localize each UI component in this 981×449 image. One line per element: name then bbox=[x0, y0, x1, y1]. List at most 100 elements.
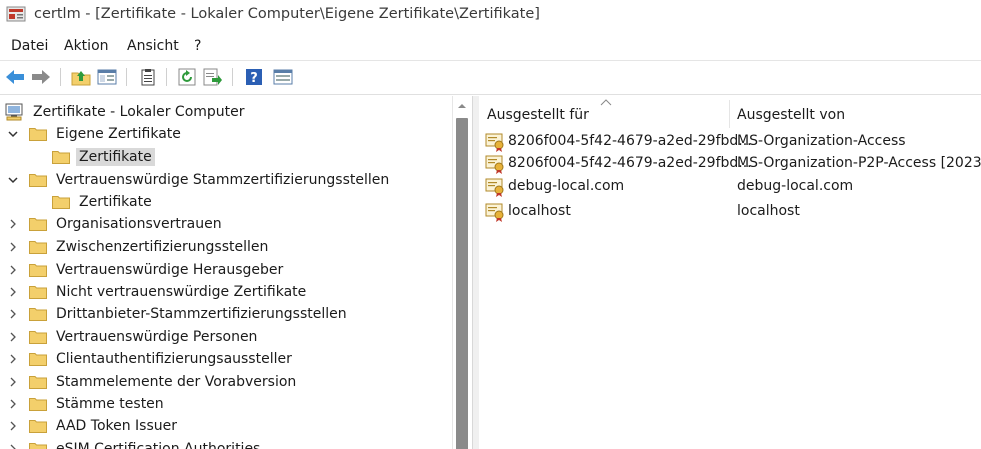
help-button[interactable]: ? bbox=[243, 66, 265, 88]
tree-item-eigene-zertifikate[interactable]: Eigene Zertifikate bbox=[6, 123, 184, 145]
toolbar: ? bbox=[0, 60, 981, 93]
chevron-down-icon[interactable] bbox=[6, 173, 20, 187]
show-hide-tree-button[interactable] bbox=[96, 66, 118, 88]
title-bar: certlm - [Zertifikate - Lokaler Computer… bbox=[0, 0, 981, 30]
issued-by-cell: MS-Organization-Access bbox=[737, 133, 906, 149]
folder-icon bbox=[52, 196, 70, 209]
toolbar-separator bbox=[126, 68, 127, 86]
refresh-icon bbox=[178, 68, 196, 86]
list-row[interactable]: 8206f004-5f42-4679-a2ed-29fbd... MS-Orga… bbox=[479, 153, 981, 175]
chevron-right-icon[interactable] bbox=[6, 217, 20, 231]
certificate-manager-icon bbox=[6, 6, 26, 22]
list-row[interactable]: localhost localhost bbox=[479, 201, 981, 223]
menu-help[interactable]: ? bbox=[194, 38, 201, 54]
toolbar-separator bbox=[60, 68, 61, 86]
sort-ascending-icon bbox=[600, 99, 612, 106]
folder-icon bbox=[29, 286, 47, 299]
tree-item-zertifikate-selected[interactable]: Zertifikate bbox=[52, 146, 155, 168]
chevron-down-icon[interactable] bbox=[6, 127, 20, 141]
folder-icon bbox=[29, 218, 47, 231]
properties-view-icon bbox=[273, 69, 293, 85]
tree-item-clientauthentifizierung[interactable]: Clientauthentifizierungsaussteller bbox=[6, 348, 295, 370]
tree-item-stammzertifizierungsstellen[interactable]: Vertrauenswürdige Stammzertifizierungsst… bbox=[6, 169, 392, 191]
refresh-button[interactable] bbox=[176, 66, 198, 88]
help-icon: ? bbox=[246, 69, 262, 86]
tree-item-zwischenzertifizierungsstellen[interactable]: Zwischenzertifizierungsstellen bbox=[6, 236, 271, 258]
tree-item-drittanbieter[interactable]: Drittanbieter-Stammzertifizierungsstelle… bbox=[6, 303, 350, 325]
issued-to-cell: 8206f004-5f42-4679-a2ed-29fbd... bbox=[508, 133, 752, 149]
scroll-up-icon[interactable] bbox=[455, 100, 469, 112]
menu-datei[interactable]: Datei bbox=[11, 38, 48, 54]
chevron-right-icon[interactable] bbox=[6, 330, 20, 344]
tree-root-label: Zertifikate - Lokaler Computer bbox=[33, 104, 245, 120]
tree-item-staemme-testen[interactable]: Stämme testen bbox=[6, 393, 167, 415]
menu-bar: Datei Aktion Ansicht ? bbox=[0, 36, 981, 58]
issued-by-cell: localhost bbox=[737, 203, 800, 219]
up-one-level-button[interactable] bbox=[70, 66, 92, 88]
column-header-ausgestellt-von[interactable]: Ausgestellt von bbox=[737, 107, 845, 123]
tree-item-personen[interactable]: Vertrauenswürdige Personen bbox=[6, 326, 260, 348]
tree-scrollbar-thumb[interactable] bbox=[456, 118, 468, 449]
computer-icon bbox=[5, 103, 23, 121]
column-header-ausgestellt-fuer[interactable]: Ausgestellt für bbox=[487, 107, 589, 123]
issued-by-cell: debug-local.com bbox=[737, 178, 854, 194]
tree-item-nicht-vertrauenswuerdig[interactable]: Nicht vertrauenswürdige Zertifikate bbox=[6, 281, 309, 303]
certificate-icon bbox=[485, 203, 504, 222]
svg-text:?: ? bbox=[250, 71, 258, 86]
folder-icon bbox=[29, 376, 47, 389]
issued-to-cell: debug-local.com bbox=[508, 178, 625, 194]
tree-item-zertifikate[interactable]: Zertifikate bbox=[52, 191, 155, 213]
column-separator[interactable] bbox=[729, 100, 730, 128]
properties-view-button[interactable] bbox=[272, 66, 294, 88]
back-arrow-icon bbox=[6, 70, 24, 84]
console-tree: Zertifikate - Lokaler Computer Eigene Ze… bbox=[0, 96, 472, 449]
certificate-icon bbox=[485, 178, 504, 197]
tree-item-organisationsvertrauen[interactable]: Organisationsvertrauen bbox=[6, 213, 225, 235]
forward-arrow-icon bbox=[32, 70, 50, 84]
chevron-right-icon[interactable] bbox=[6, 240, 20, 254]
folder-icon bbox=[52, 151, 70, 164]
tree-item-vorabversion[interactable]: Stammelemente der Vorabversion bbox=[6, 371, 299, 393]
menu-ansicht[interactable]: Ansicht bbox=[127, 38, 179, 54]
certificate-icon bbox=[485, 133, 504, 152]
chevron-right-icon[interactable] bbox=[6, 285, 20, 299]
up-folder-icon bbox=[71, 71, 91, 86]
menu-aktion[interactable]: Aktion bbox=[64, 38, 109, 54]
show-hide-tree-icon bbox=[97, 69, 117, 85]
chevron-right-icon[interactable] bbox=[6, 375, 20, 389]
chevron-right-icon[interactable] bbox=[6, 419, 20, 433]
forward-button[interactable] bbox=[30, 66, 52, 88]
toolbar-separator bbox=[166, 68, 167, 86]
chevron-right-icon[interactable] bbox=[6, 397, 20, 411]
chevron-right-icon[interactable] bbox=[6, 307, 20, 321]
tree-item-esim[interactable]: eSIM Certification Authorities bbox=[6, 438, 263, 449]
chevron-right-icon[interactable] bbox=[6, 263, 20, 277]
issued-to-cell: localhost bbox=[508, 203, 571, 219]
tree-root[interactable]: Zertifikate - Lokaler Computer bbox=[4, 101, 248, 123]
export-list-button[interactable] bbox=[202, 66, 224, 88]
chevron-right-icon[interactable] bbox=[6, 352, 20, 366]
back-button[interactable] bbox=[4, 66, 26, 88]
export-list-icon bbox=[203, 68, 222, 86]
list-row[interactable]: debug-local.com debug-local.com bbox=[479, 176, 981, 198]
folder-icon bbox=[29, 420, 47, 433]
folder-icon bbox=[29, 241, 47, 254]
clipboard-button[interactable] bbox=[137, 66, 159, 88]
list-row[interactable]: 8206f004-5f42-4679-a2ed-29fbd... MS-Orga… bbox=[479, 131, 981, 153]
folder-icon bbox=[29, 308, 47, 321]
folder-icon bbox=[29, 353, 47, 366]
folder-icon bbox=[29, 331, 47, 344]
folder-icon bbox=[29, 128, 47, 141]
chevron-right-icon[interactable] bbox=[6, 442, 20, 449]
clipboard-icon bbox=[141, 69, 155, 86]
issued-to-cell: 8206f004-5f42-4679-a2ed-29fbd... bbox=[508, 155, 752, 171]
folder-icon bbox=[29, 398, 47, 411]
tree-item-aad-token-issuer[interactable]: AAD Token Issuer bbox=[6, 415, 180, 437]
certificate-list: Ausgestellt für Ausgestellt von 8206f004… bbox=[479, 96, 981, 449]
toolbar-divider bbox=[0, 94, 981, 95]
window-title: certlm - [Zertifikate - Lokaler Computer… bbox=[34, 6, 540, 22]
folder-icon bbox=[29, 443, 47, 449]
folder-icon bbox=[29, 264, 47, 277]
toolbar-separator bbox=[232, 68, 233, 86]
tree-item-herausgeber[interactable]: Vertrauenswürdige Herausgeber bbox=[6, 259, 286, 281]
